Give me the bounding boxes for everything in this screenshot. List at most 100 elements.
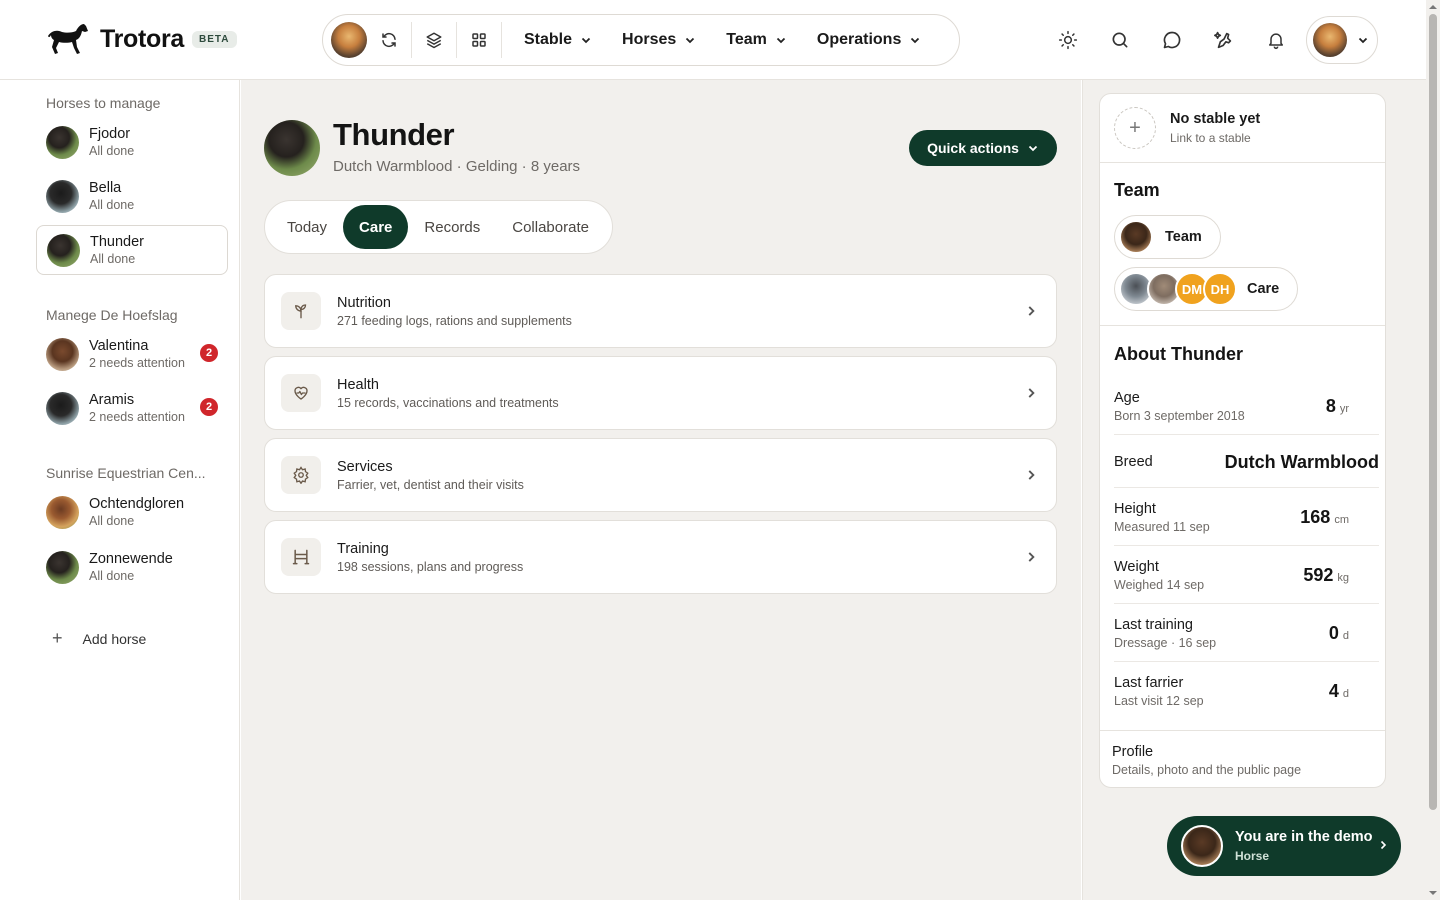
sidebar-item-ochtendgloren[interactable]: Ochtendgloren All done	[36, 487, 228, 537]
care-card-nutrition[interactable]: Nutrition 271 feeding logs, rations and s…	[264, 274, 1057, 348]
sidebar-item-zonnewende[interactable]: Zonnewende All done	[36, 542, 228, 592]
about-sub: Born 3 september 2018	[1114, 409, 1245, 423]
card-title: Training	[337, 540, 389, 557]
sidebar-item-valentina[interactable]: Valentina 2 needs attention 2	[36, 329, 228, 379]
scrollbar[interactable]	[1426, 0, 1440, 900]
demo-subtitle: Horse	[1235, 849, 1270, 863]
beta-badge: BETA	[192, 30, 237, 48]
about-label: Last training	[1114, 617, 1193, 633]
menu-stable-label: Stable	[524, 31, 573, 48]
tab-collaborate[interactable]: Collaborate	[496, 205, 605, 249]
care-pill-label: Care	[1247, 281, 1280, 297]
chevron-right-icon	[1028, 470, 1035, 480]
menu-horses-label: Horses	[622, 31, 677, 48]
grid-icon	[472, 33, 486, 47]
horse-status: All done	[89, 569, 135, 583]
horse-avatar	[46, 550, 79, 584]
team-pill-label: Team	[1165, 229, 1202, 245]
search-icon	[1112, 32, 1128, 48]
horse-avatar	[46, 179, 79, 213]
sprout-icon	[295, 304, 307, 319]
about-row-height: Height Measured 11 sep 168 cm	[1114, 488, 1379, 546]
search-button[interactable]	[1094, 14, 1146, 66]
team-pill[interactable]: Team	[1114, 215, 1221, 259]
horse-header: Thunder Dutch Warmblood · Gelding · 8 ye…	[264, 117, 580, 176]
about-value: 4d	[1328, 681, 1349, 701]
about-row-last-farrier: Last farrier Last visit 12 sep 4d	[1114, 662, 1379, 720]
about-value: Dutch Warmblood	[1224, 452, 1379, 472]
horse-avatar	[47, 233, 80, 267]
scroll-up-icon	[1429, 5, 1437, 9]
page-title: Thunder	[333, 117, 455, 152]
sidebar-group-title: Manege De Hoefslag	[46, 307, 178, 323]
about-row-breed: Breed Dutch Warmblood	[1114, 435, 1379, 488]
horse-status: All done	[90, 252, 136, 266]
sidebar-group-title: Horses to manage	[46, 95, 161, 111]
card-subtitle: 271 feeding logs, rations and supplement…	[337, 313, 572, 328]
member-initials: DH	[1203, 272, 1237, 306]
app-name: Trotora	[100, 24, 185, 53]
horse-name: Thunder	[90, 234, 145, 250]
tab-today[interactable]: Today	[271, 205, 343, 249]
layers-button[interactable]	[412, 14, 456, 66]
sidebar-group-title: Sunrise Equestrian Cen...	[46, 465, 206, 481]
chevron-right-icon	[1380, 840, 1387, 850]
horse-photo	[264, 120, 320, 176]
demo-banner[interactable]: You are in the demo Horse	[1167, 816, 1401, 876]
ai-assistant-button[interactable]	[1198, 14, 1250, 66]
about-value: 0d	[1328, 623, 1349, 643]
chevron-down-icon	[1358, 37, 1368, 44]
scrollbar-thumb[interactable]	[1429, 14, 1437, 810]
theme-toggle-button[interactable]	[1042, 14, 1094, 66]
grid-button[interactable]	[457, 14, 501, 66]
menu-stable[interactable]: Stable	[524, 14, 592, 66]
attention-badge: 2	[200, 398, 218, 416]
right-panel: + No stable yet Link to a stable Team Te…	[1082, 80, 1426, 900]
menu-operations[interactable]: Operations	[817, 14, 921, 66]
tab-records[interactable]: Records	[408, 205, 496, 249]
add-horse-label: Add horse	[82, 630, 147, 647]
about-row-last-training: Last training Dressage · 16 sep 0d	[1114, 604, 1379, 662]
link-stable-button[interactable]: + No stable yet Link to a stable	[1100, 94, 1385, 163]
user-menu-button[interactable]	[1306, 16, 1378, 64]
horse-info-card: + No stable yet Link to a stable Team Te…	[1099, 93, 1386, 788]
card-subtitle: Farrier, vet, dentist and their visits	[337, 477, 524, 492]
plus-icon: +	[1114, 107, 1156, 149]
profile-title: Profile	[1112, 744, 1154, 760]
sidebar-item-fjodor[interactable]: Fjodor All done	[36, 117, 228, 167]
about-value: 168 cm	[1300, 507, 1349, 527]
hurdle-icon	[292, 549, 310, 565]
messages-button[interactable]	[1146, 14, 1198, 66]
stable-avatar[interactable]	[331, 22, 367, 58]
sidebar-item-aramis[interactable]: Aramis 2 needs attention 2	[36, 383, 228, 433]
care-card-training[interactable]: Training 198 sessions, plans and progress	[264, 520, 1057, 594]
add-horse-button[interactable]: + Add horse	[52, 628, 146, 649]
about-sub: Last visit 12 sep	[1114, 694, 1204, 708]
quick-actions-button[interactable]: Quick actions	[909, 130, 1057, 166]
top-bar: Trotora BETA Stable Horses Team Operatio…	[0, 0, 1426, 80]
care-card-health[interactable]: Health 15 records, vaccinations and treat…	[264, 356, 1057, 430]
horse-name: Aramis	[89, 392, 135, 408]
menu-team[interactable]: Team	[726, 14, 787, 66]
horse-status: All done	[89, 198, 135, 212]
notifications-button[interactable]	[1250, 14, 1302, 66]
chevron-right-icon	[1028, 552, 1035, 562]
tab-care[interactable]: Care	[343, 205, 409, 249]
no-stable-title: No stable yet	[1170, 111, 1261, 127]
care-card-services[interactable]: Services Farrier, vet, dentist and their …	[264, 438, 1057, 512]
horse-status: 2 needs attention	[89, 356, 185, 370]
scroll-down-icon	[1429, 891, 1437, 895]
horse-tabs: Today Care Records Collaborate	[264, 200, 613, 254]
profile-link[interactable]: Profile Details, photo and the public pa…	[1100, 730, 1385, 787]
sidebar-item-bella[interactable]: Bella All done	[36, 171, 228, 221]
horse-logo-icon	[48, 24, 88, 54]
about-label: Last farrier	[1114, 675, 1184, 691]
app-logo[interactable]: Trotora BETA	[46, 22, 237, 56]
care-team-pill[interactable]: DM DH Care	[1114, 267, 1299, 311]
chevron-down-icon	[911, 37, 920, 44]
heart-pulse-icon	[294, 386, 308, 400]
horse-name: Bella	[89, 180, 122, 196]
menu-horses[interactable]: Horses	[622, 14, 696, 66]
sidebar-item-thunder[interactable]: Thunder All done	[36, 225, 228, 275]
refresh-button[interactable]	[367, 14, 411, 66]
